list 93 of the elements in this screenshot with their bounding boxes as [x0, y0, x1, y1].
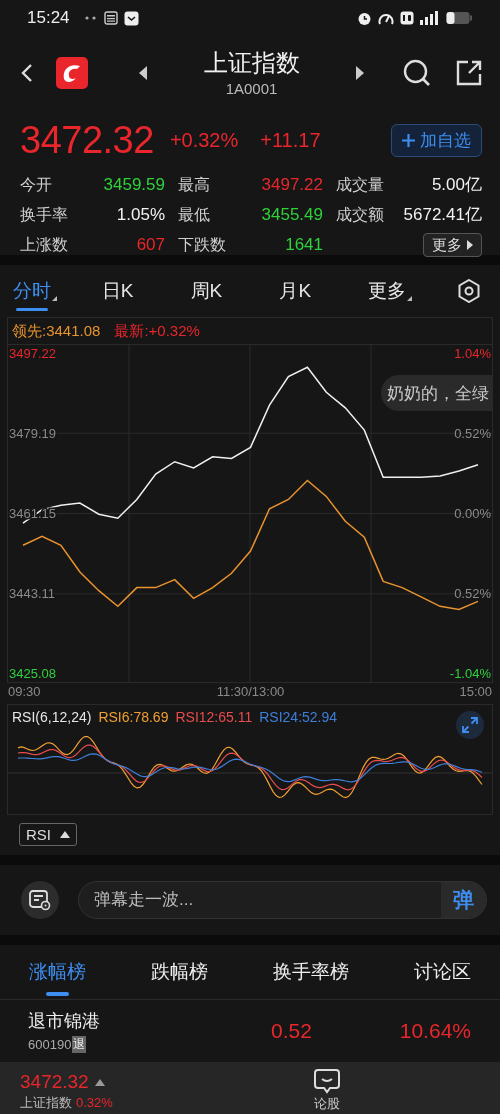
period-tab[interactable]: 日K — [101, 271, 141, 311]
stat-label: 成交额 — [336, 205, 385, 225]
index-price: 3472.32 — [20, 1071, 89, 1093]
search-icon — [403, 59, 431, 87]
up-triangle-icon — [60, 831, 70, 838]
legend-label: 领先:3441.08 — [12, 321, 101, 341]
expand-icon — [462, 717, 478, 733]
indicator-label: RSI6:78.69 — [98, 709, 169, 725]
stat-value: 3459.59 — [102, 174, 165, 196]
period-tab[interactable]: 月K — [279, 271, 319, 311]
status-time: 15:24 — [27, 8, 70, 28]
app-icon — [123, 10, 139, 26]
up-triangle-icon — [94, 1078, 105, 1086]
index-name: 上证指数 — [20, 1095, 72, 1111]
right-triangle-icon — [355, 66, 365, 80]
stat-value: 3455.49 — [260, 204, 323, 226]
more-button[interactable]: 更多 — [423, 233, 482, 257]
danmaku-settings-icon — [29, 889, 51, 911]
signal-icon — [420, 11, 440, 25]
discuss-button[interactable]: 论股 — [313, 1068, 341, 1111]
comment-field[interactable]: 弹幕走一波... 弹 — [78, 881, 487, 919]
axis-label: 1.04% — [454, 345, 491, 361]
indicator-selector[interactable]: RSI — [19, 823, 77, 846]
danmaku-comment: 奶奶的，全绿 — [381, 375, 493, 411]
period-tab[interactable]: 周K — [190, 271, 230, 311]
stat-value: 1.05% — [115, 204, 165, 226]
indicator-label: RSI(6,12,24) — [12, 709, 92, 725]
axis-label: 3497.22 — [9, 345, 56, 361]
previous-button[interactable] — [138, 66, 148, 80]
stat-value: 5672.41亿 — [402, 204, 482, 226]
stock-price: 0.52 — [271, 1019, 313, 1043]
ranking-tab[interactable]: 讨论区 — [414, 951, 471, 993]
stat-label: 下跌数 — [178, 235, 227, 255]
legend-label: 最新:+0.32% — [114, 321, 200, 341]
indicator-label: RSI24:52.94 — [259, 709, 338, 725]
expand-button[interactable] — [456, 711, 484, 739]
settings-button[interactable] — [457, 279, 481, 303]
send-danmaku-button[interactable]: 弹 — [441, 882, 486, 918]
ranking-tab[interactable]: 跌幅榜 — [151, 951, 208, 993]
back-icon — [20, 63, 34, 83]
hd-icon — [400, 11, 414, 25]
stat-label: 今开 — [20, 175, 53, 195]
stat-value: 5.00亿 — [430, 174, 482, 196]
stat-label: 最低 — [178, 205, 211, 225]
back-button[interactable] — [20, 63, 34, 83]
time-label: 11:30/13:00 — [216, 683, 285, 701]
period-tab[interactable]: 更多 — [368, 271, 414, 311]
axis-label: -1.04% — [449, 666, 491, 682]
change-percent: +0.32% — [169, 128, 239, 152]
stat-value: 3497.22 — [260, 174, 323, 196]
plus-icon — [402, 133, 415, 147]
share-button[interactable] — [456, 60, 482, 86]
stat-label: 成交量 — [336, 175, 385, 195]
index-price: 3472.32 — [20, 118, 154, 162]
stock-code: 600190 — [28, 1037, 72, 1052]
stat-label: 最高 — [178, 175, 211, 195]
stat-value: 607 — [135, 234, 165, 256]
delisting-tag: 退 — [72, 1036, 87, 1053]
change-percent: 0.32% — [76, 1095, 113, 1111]
stock-name: 退市锦港 — [28, 1010, 100, 1033]
ranking-tab[interactable]: 涨幅榜 — [29, 951, 86, 993]
settings-icon — [457, 279, 481, 303]
danmaku-settings-button[interactable] — [21, 881, 59, 919]
period-tab[interactable]: 分时 — [13, 271, 58, 311]
ranking-tab[interactable]: 换手率榜 — [273, 951, 349, 993]
chat-bubble-icon — [313, 1068, 341, 1094]
index-code: 1A0001 — [225, 80, 278, 97]
axis-label: 3479.19 — [9, 425, 56, 441]
next-button[interactable] — [355, 66, 365, 80]
stat-label: 上涨数 — [20, 235, 69, 255]
search-button[interactable] — [403, 59, 431, 87]
stock-change: 10.64% — [398, 1019, 471, 1043]
axis-label: 0.52% — [454, 425, 491, 441]
news-icon — [103, 11, 118, 25]
time-label: 09:30 — [8, 683, 41, 701]
index-title: 上证指数 — [203, 49, 300, 77]
stat-value: 1641 — [284, 234, 323, 256]
change-points: +11.17 — [260, 128, 321, 152]
battery-icon — [446, 11, 472, 25]
left-triangle-icon — [138, 66, 148, 80]
dots-icon — [83, 15, 98, 21]
time-label: 15:00 — [459, 683, 492, 701]
alarm-icon — [357, 10, 372, 26]
axis-label: 0.52% — [454, 586, 491, 602]
app-logo-icon — [56, 57, 88, 89]
axis-label: 0.00% — [454, 506, 491, 521]
share-icon — [456, 60, 482, 86]
add-watchlist-button[interactable]: 加自选 — [391, 123, 482, 157]
axis-label: 3425.08 — [9, 666, 56, 682]
axis-label: 3443.11 — [9, 586, 56, 602]
indicator-label: RSI12:65.11 — [175, 709, 253, 725]
right-triangle-icon — [467, 240, 473, 250]
stat-label: 换手率 — [20, 205, 69, 225]
